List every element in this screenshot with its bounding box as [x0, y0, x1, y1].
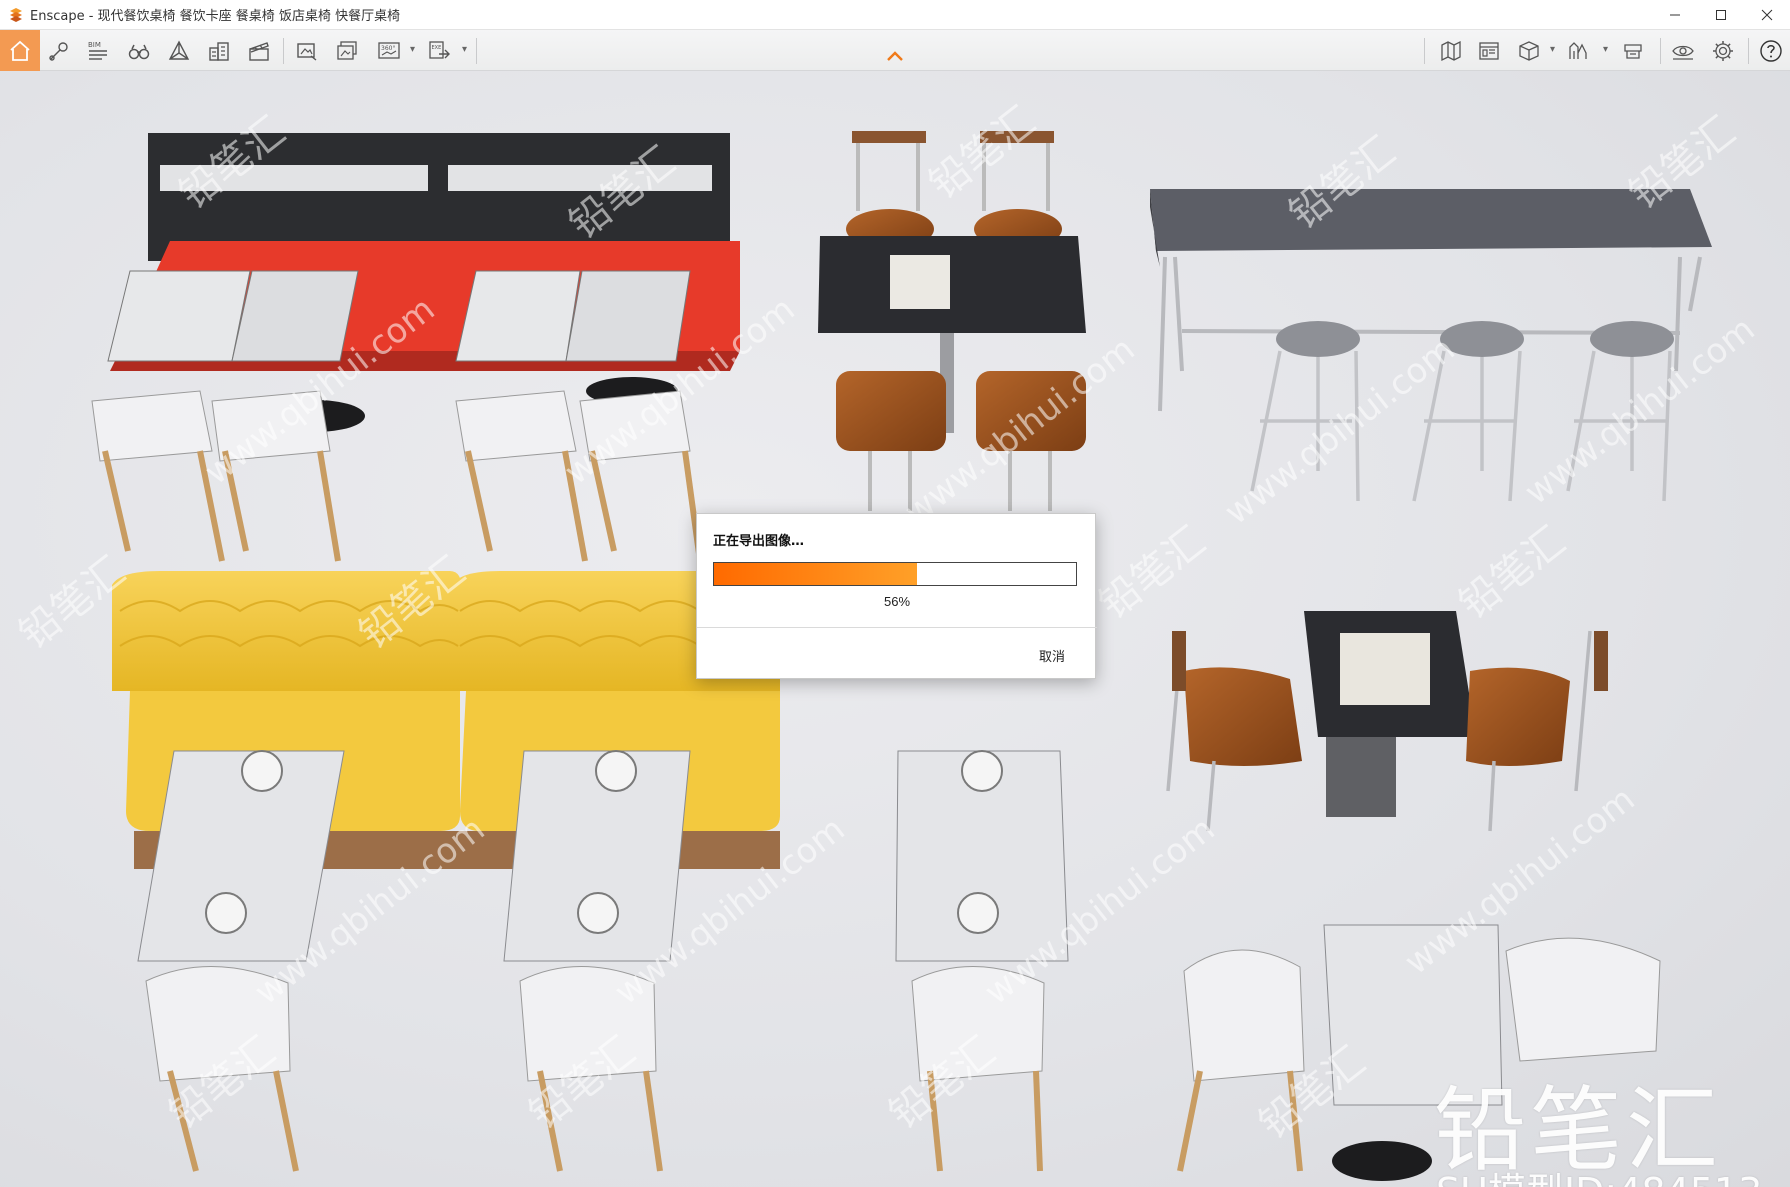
bim-label: BIM — [88, 41, 101, 49]
material-icon — [1569, 42, 1587, 59]
help-button[interactable] — [1756, 36, 1786, 66]
chevron-down-icon[interactable]: ▾ — [1603, 44, 1608, 55]
buildings-icon — [209, 42, 229, 61]
panorama-label: 360° — [381, 45, 395, 52]
model-id-label: SU模型ID:484513 — [1436, 1161, 1762, 1187]
window-title: Enscape - 现代餐饮桌椅 餐饮卡座 餐桌椅 饭店桌椅 快餐厅桌椅 — [30, 9, 401, 24]
chevron-down-icon[interactable]: ▾ — [1550, 44, 1555, 55]
exe-label: EXE — [432, 45, 442, 51]
export-button[interactable]: EXE — [424, 36, 454, 66]
chevron-down-icon[interactable]: ▾ — [462, 44, 467, 55]
capture-button[interactable] — [1618, 36, 1648, 66]
asset-library-icon — [1479, 42, 1499, 60]
clapperboard-icon — [249, 42, 269, 61]
home-icon — [10, 40, 30, 61]
panorama-button[interactable]: 360° — [374, 36, 404, 66]
progress-fill — [714, 563, 917, 585]
map-icon — [1441, 40, 1461, 62]
export-icon: EXE — [429, 41, 450, 59]
batch-render-button[interactable] — [332, 36, 362, 66]
location-pin-icon — [49, 42, 68, 61]
settings-icon — [1713, 41, 1733, 61]
minimize-icon[interactable] — [1652, 0, 1698, 30]
location-button[interactable] — [44, 36, 74, 66]
toolbar-separator — [1424, 38, 1425, 64]
visual-settings-icon — [1672, 45, 1694, 60]
dialog-title: 正在导出图像… — [713, 534, 805, 549]
home-button[interactable] — [0, 30, 40, 71]
batch-render-icon — [337, 41, 357, 60]
binoculars-icon — [128, 44, 150, 60]
settings-button[interactable] — [1708, 36, 1738, 66]
asset-library-button[interactable] — [1474, 36, 1504, 66]
bim-icon: BIM — [88, 41, 107, 60]
binoculars-button[interactable] — [124, 36, 154, 66]
cancel-button[interactable]: 取消 — [1039, 646, 1065, 665]
toolbar-separator — [476, 38, 477, 64]
window-controls — [1652, 0, 1790, 30]
chevron-down-icon[interactable]: ▾ — [410, 44, 415, 55]
video-editor-button[interactable] — [244, 36, 274, 66]
title-bar: Enscape - 现代餐饮桌椅 餐饮卡座 餐桌椅 饭店桌椅 快餐厅桌椅 — [0, 0, 1790, 30]
map-button[interactable] — [1436, 36, 1466, 66]
capture-icon — [1624, 44, 1642, 59]
cube-view-icon — [1519, 41, 1539, 61]
perspective-button[interactable] — [164, 36, 194, 66]
progress-percent: 56% — [883, 594, 911, 609]
help-icon — [1760, 40, 1782, 62]
panorama-360-icon: 360° — [378, 42, 400, 59]
enscape-logo-icon — [10, 7, 22, 22]
toolbar-separator — [1748, 38, 1749, 64]
cube-view-button[interactable] — [1514, 36, 1544, 66]
material-button[interactable] — [1564, 36, 1594, 66]
bim-button[interactable]: BIM — [83, 36, 113, 66]
screenshot-icon — [297, 43, 317, 61]
maximize-icon[interactable] — [1698, 0, 1744, 30]
toolbar-separator — [283, 38, 284, 64]
dialog-divider — [697, 627, 1097, 628]
buildings-button[interactable] — [204, 36, 234, 66]
export-progress-dialog: 正在导出图像… 56% 取消 — [696, 513, 1097, 679]
screenshot-button[interactable] — [292, 36, 322, 66]
visual-settings-button[interactable] — [1668, 36, 1698, 66]
chevron-up-icon[interactable] — [886, 50, 904, 62]
close-icon[interactable] — [1744, 0, 1790, 30]
progress-bar — [713, 562, 1077, 586]
toolbar-separator — [1660, 38, 1661, 64]
perspective-icon — [168, 40, 190, 60]
